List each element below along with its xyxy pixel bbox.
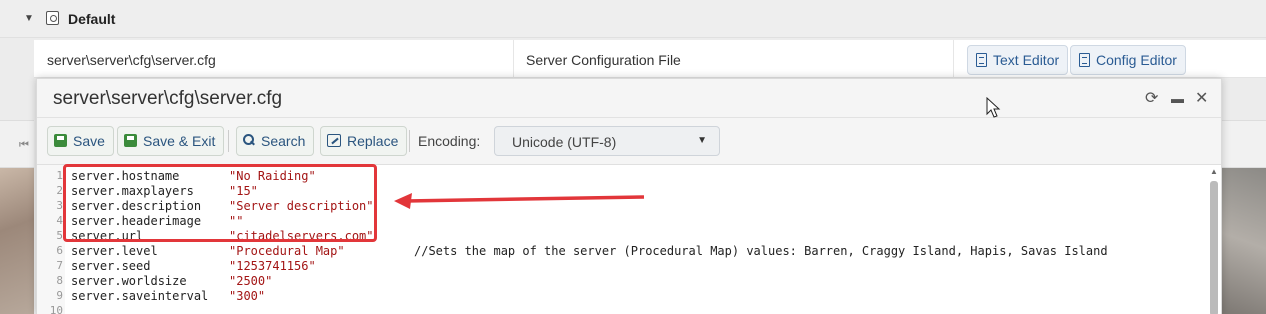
scrollbar-thumb[interactable] <box>1210 181 1218 314</box>
dropdown-arrow-icon: ▼ <box>697 135 707 146</box>
config-value: "1253741156" <box>229 259 316 273</box>
save-button[interactable]: Save <box>47 126 114 156</box>
pager-strip: ⏮ <box>0 120 34 168</box>
replace-label: Replace <box>347 133 399 149</box>
config-document-icon <box>1079 53 1090 67</box>
file-row: server\server\cfg\server.cfg Server Conf… <box>34 40 1266 78</box>
document-icon <box>976 53 987 67</box>
config-value: "300" <box>229 289 266 303</box>
text-editor-label: Text Editor <box>993 52 1060 68</box>
save-icon <box>54 134 67 147</box>
vertical-scrollbar[interactable]: ▲ <box>1209 165 1219 314</box>
first-page-icon[interactable]: ⏮ <box>19 139 29 152</box>
encoding-select[interactable]: Unicode (UTF-8) ▼ <box>494 126 720 156</box>
background-image-right <box>1222 168 1266 314</box>
line-number: 3 <box>56 199 63 212</box>
dialog-title: server\server\cfg\server.cfg <box>53 88 283 109</box>
save-label: Save <box>73 133 105 149</box>
config-editor-label: Config Editor <box>1096 52 1177 68</box>
maximize-icon[interactable]: ▬ <box>1171 91 1184 107</box>
config-key: server.saveinterval <box>71 289 209 303</box>
toolbar-divider <box>409 130 410 152</box>
config-comment: //Sets the map of the server (Procedural… <box>414 244 1108 258</box>
file-description: Server Configuration File <box>526 52 681 68</box>
background-image <box>0 168 34 314</box>
config-editor-button[interactable]: Config Editor <box>1070 45 1186 75</box>
line-number: 8 <box>56 274 63 287</box>
replace-icon <box>327 134 341 147</box>
toolbar-divider <box>228 130 229 152</box>
config-key: server.level <box>71 244 158 258</box>
config-file-icon <box>46 11 59 25</box>
config-key: server.worldsize <box>71 274 187 288</box>
annotation-highlight-box <box>63 164 377 242</box>
line-number: 2 <box>56 184 63 197</box>
column-divider <box>513 40 514 78</box>
encoding-value: Unicode (UTF-8) <box>512 134 617 150</box>
save-exit-icon <box>124 134 137 147</box>
close-icon[interactable]: ✕ <box>1195 91 1208 107</box>
line-number: 10 <box>49 304 63 314</box>
group-title: Default <box>68 11 116 27</box>
encoding-label: Encoding: <box>418 133 481 149</box>
search-label: Search <box>261 133 306 149</box>
mouse-cursor-icon <box>986 97 1001 118</box>
pager-strip-right <box>1222 120 1266 168</box>
config-key: server.seed <box>71 259 151 273</box>
line-number: 9 <box>56 289 63 302</box>
collapse-caret-icon[interactable]: ▼ <box>24 13 34 24</box>
config-value: "Procedural Map" <box>229 244 345 258</box>
line-number: 5 <box>56 229 63 242</box>
search-icon <box>243 134 255 146</box>
save-exit-label: Save & Exit <box>143 133 216 149</box>
annotation-arrow-icon <box>394 193 645 209</box>
replace-button[interactable]: Replace <box>320 126 408 156</box>
scroll-up-icon[interactable]: ▲ <box>1210 167 1218 176</box>
line-number: 1 <box>56 169 63 182</box>
refresh-icon[interactable]: ⟳ <box>1145 91 1158 107</box>
line-number: 7 <box>56 259 63 272</box>
config-value: "2500" <box>229 274 273 288</box>
column-divider <box>953 40 954 78</box>
file-path: server\server\cfg\server.cfg <box>47 52 216 68</box>
search-button[interactable]: Search <box>236 126 315 156</box>
editor-toolbar: Save Save & Exit Search Replace Encoding… <box>37 117 1221 163</box>
text-editor-button[interactable]: Text Editor <box>967 45 1069 75</box>
line-number: 6 <box>56 244 63 257</box>
save-exit-button[interactable]: Save & Exit <box>117 126 225 156</box>
line-number: 4 <box>56 214 63 227</box>
group-header[interactable]: ▼ Default <box>0 0 1266 38</box>
